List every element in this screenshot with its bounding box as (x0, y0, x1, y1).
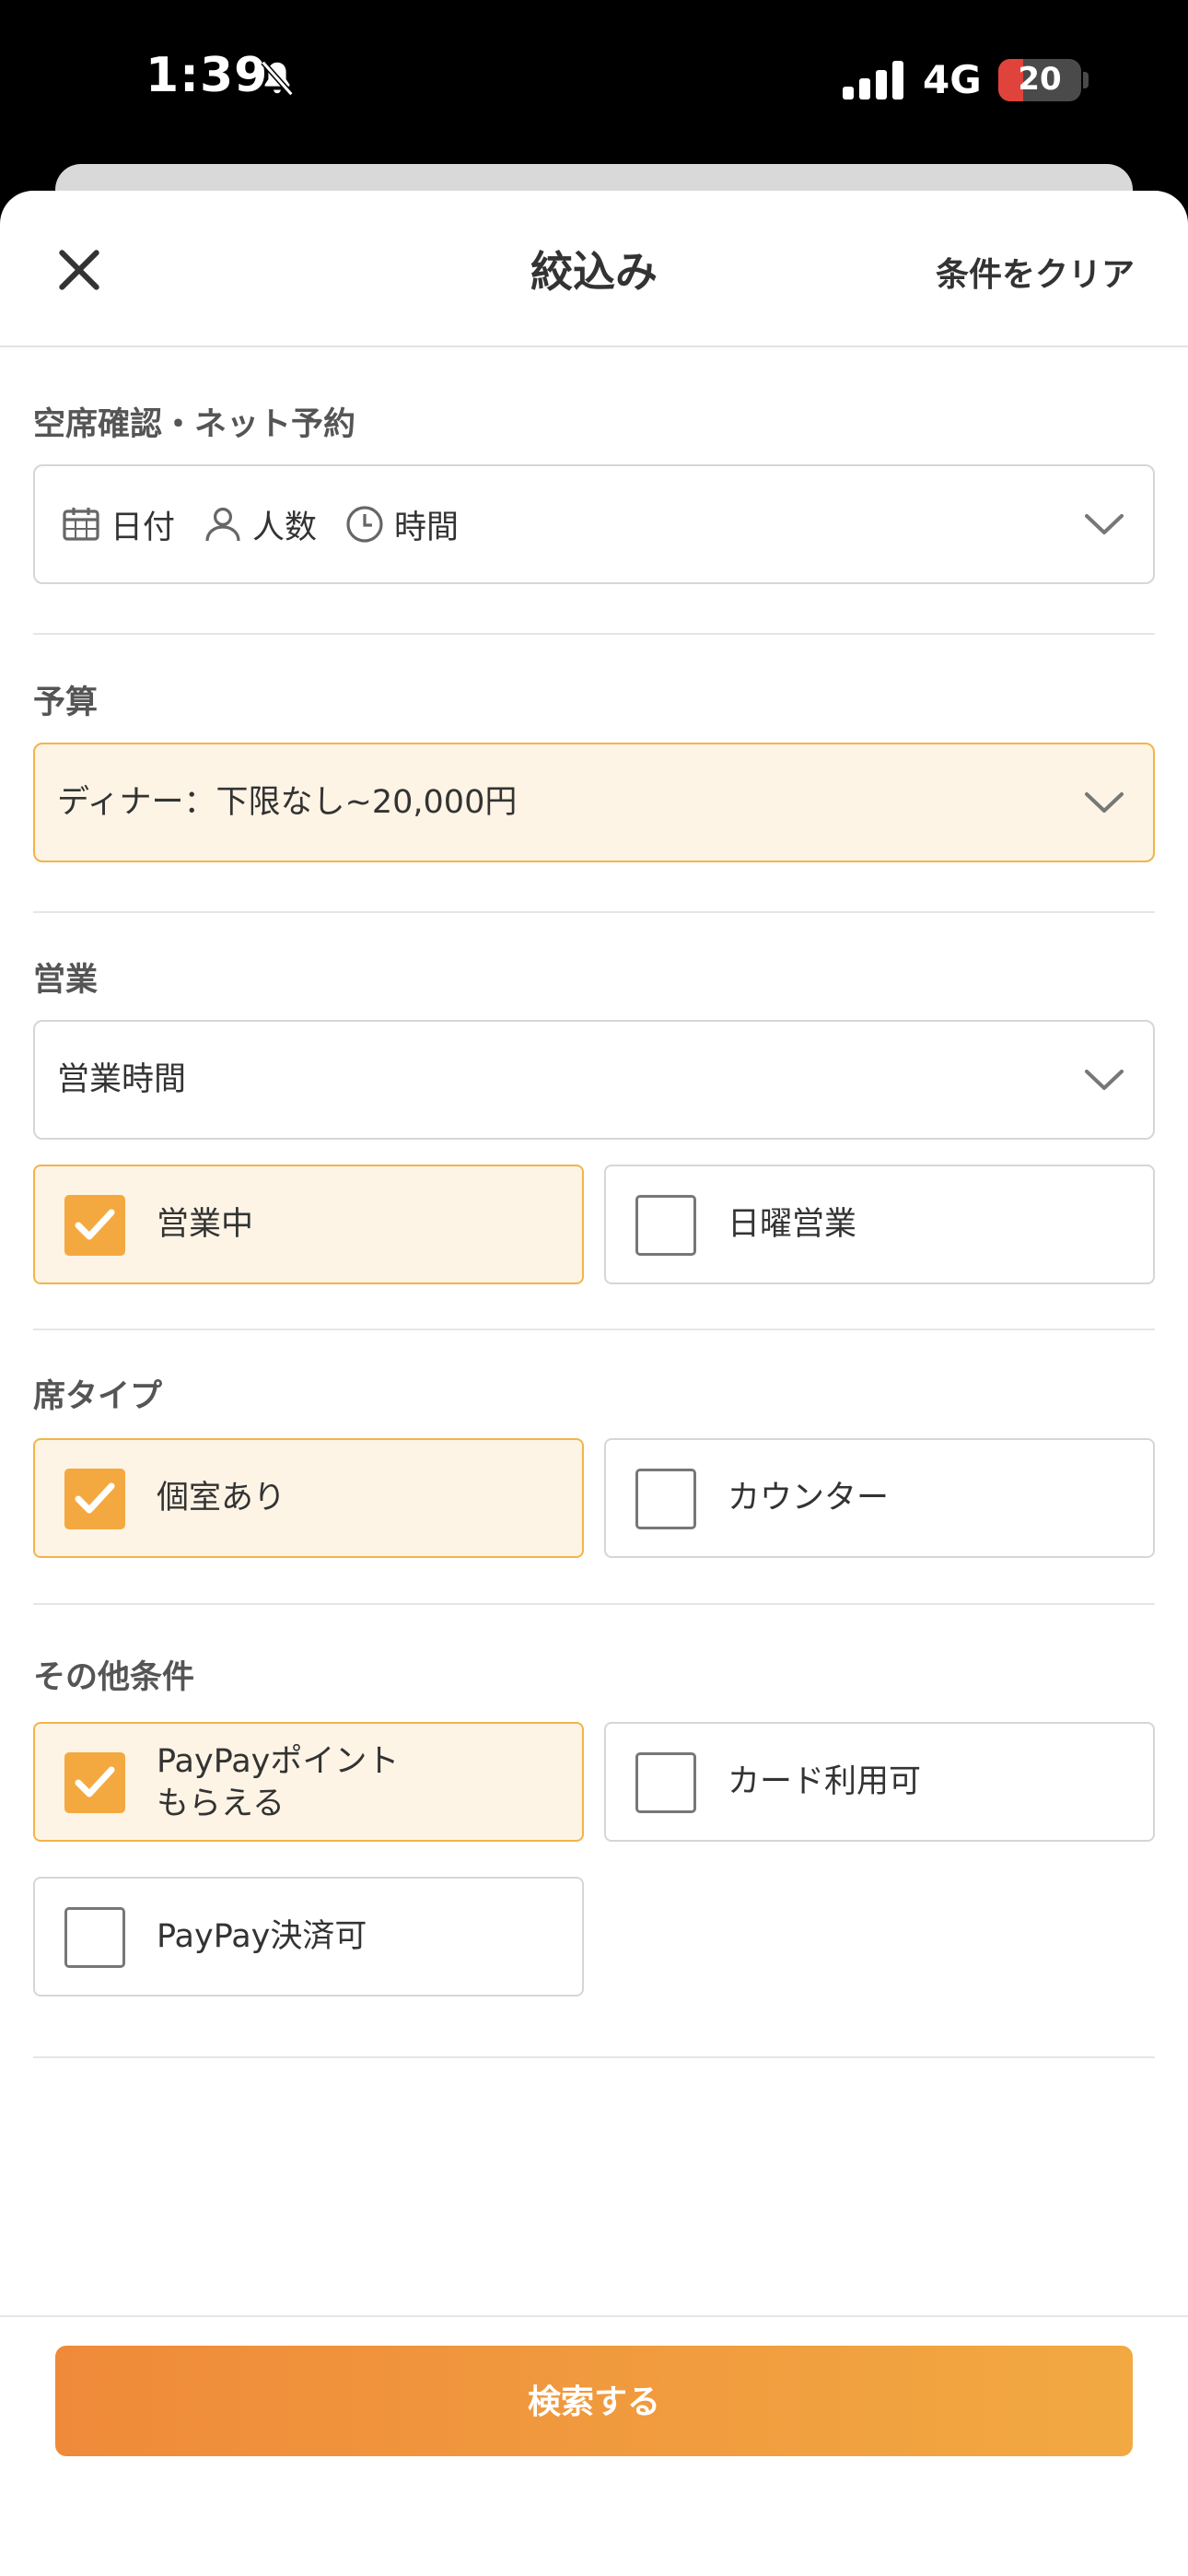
private-room-label: 個室あり (157, 1480, 286, 1516)
filter-sheet: 絞込み 条件をクリア 空席確認・ネット予約 日付 人数 時間 予算 ディナー：下… (0, 191, 1188, 2576)
date-label: 日付 (111, 509, 176, 546)
section-divider (33, 633, 1155, 635)
paypay-points-checkbox[interactable]: PayPayポイント もらえる (33, 1722, 584, 1842)
paypay-points-label-line1: PayPayポイント (157, 1743, 400, 1780)
checkbox-box (635, 1195, 696, 1256)
checkbox-box (64, 1469, 125, 1529)
date-option: 日付 (59, 501, 175, 548)
checkbox-box (64, 1752, 125, 1813)
card-accepted-checkbox[interactable]: カード利用可 (604, 1722, 1155, 1842)
paypay-points-label-line2: もらえる (157, 1786, 285, 1822)
chevron-down-icon (1085, 514, 1124, 534)
business-section-title: 営業 (33, 962, 99, 999)
counter-checkbox[interactable]: カウンター (604, 1438, 1155, 1558)
checkbox-box (635, 1469, 696, 1529)
section-divider (33, 1603, 1155, 1605)
seat-type-section-title: 席タイプ (33, 1378, 163, 1415)
checkbox-box (635, 1752, 696, 1813)
business-hours-value: 営業時間 (57, 1061, 187, 1098)
chevron-down-icon (1085, 1070, 1124, 1090)
network-type: 4G (923, 57, 982, 102)
people-label: 人数 (252, 509, 318, 546)
calendar-icon (63, 508, 99, 541)
open-now-checkbox[interactable]: 営業中 (33, 1165, 584, 1284)
time-option: 時間 (343, 501, 459, 548)
open-sunday-checkbox[interactable]: 日曜営業 (604, 1165, 1155, 1284)
private-room-checkbox[interactable]: 個室あり (33, 1438, 584, 1558)
other-section-title: その他条件 (33, 1659, 195, 1696)
open-now-label: 営業中 (157, 1206, 254, 1243)
battery-tip (1083, 72, 1089, 88)
time-label: 時間 (394, 509, 460, 546)
availability-selector[interactable]: 日付 人数 時間 (33, 464, 1155, 584)
paypay-payment-label: PayPay決済可 (157, 1918, 367, 1955)
checkmark-icon (75, 1766, 115, 1797)
person-icon (205, 508, 240, 542)
search-button[interactable]: 検索する (55, 2346, 1133, 2456)
availability-section-title: 空席確認・ネット予約 (33, 406, 356, 443)
status-time: 1:39 (146, 48, 269, 103)
card-accepted-label: カード利用可 (728, 1763, 922, 1800)
paypay-points-label: PayPayポイント もらえる (157, 1740, 399, 1825)
budget-selector[interactable]: ディナー：下限なし~20,000円 (33, 743, 1155, 862)
checkmark-icon (75, 1209, 115, 1240)
open-sunday-label: 日曜営業 (728, 1206, 857, 1243)
paypay-payment-checkbox[interactable]: PayPay決済可 (33, 1877, 584, 1996)
budget-section-title: 予算 (33, 685, 99, 721)
section-divider (33, 1329, 1155, 1330)
chevron-down-icon (1085, 792, 1124, 813)
battery-level: 20 (1018, 61, 1062, 98)
business-hours-selector[interactable]: 営業時間 (33, 1020, 1155, 1140)
bell-slash-icon (261, 60, 294, 97)
clear-conditions-button[interactable]: 条件をクリア (936, 248, 1135, 296)
section-divider (33, 911, 1155, 913)
section-divider (33, 2056, 1155, 2058)
checkbox-box (64, 1907, 125, 1968)
checkmark-icon (75, 1482, 115, 1514)
signal-icon (843, 61, 903, 100)
counter-label: カウンター (728, 1480, 890, 1516)
footer-divider (0, 2315, 1188, 2317)
budget-value: ディナー：下限なし~20,000円 (57, 784, 518, 821)
status-bar: 1:39 4G 20 (0, 0, 1188, 161)
battery-icon: 20 (998, 59, 1081, 101)
checkbox-box (64, 1195, 125, 1256)
clock-icon (346, 506, 383, 543)
people-option: 人数 (201, 501, 317, 548)
sheet-header: 絞込み 条件をクリア (0, 191, 1188, 347)
